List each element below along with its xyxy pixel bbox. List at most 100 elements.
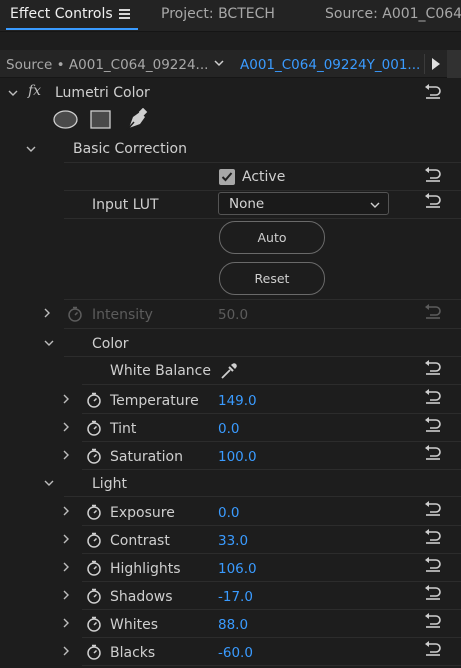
- chevron-right-icon[interactable]: [61, 590, 71, 600]
- input-lut-label: Input LUT: [92, 197, 159, 213]
- white-balance-label: White Balance: [110, 363, 211, 379]
- tab-effect-controls[interactable]: Effect Controls: [10, 6, 113, 22]
- light-section-header[interactable]: Light: [0, 470, 461, 497]
- stopwatch-icon[interactable]: [86, 616, 102, 632]
- reset-icon[interactable]: [424, 360, 442, 376]
- param-value[interactable]: 149.0: [218, 393, 257, 409]
- stopwatch-icon[interactable]: [86, 532, 102, 548]
- eyedropper-icon[interactable]: [219, 361, 239, 381]
- param-label: Blacks: [110, 645, 156, 661]
- chevron-right-icon[interactable]: [61, 450, 71, 460]
- chevron-right-icon[interactable]: [61, 646, 71, 656]
- divider: [64, 162, 461, 163]
- clip-selector-bar: Source • A001_C064_09224... A001_C064_09…: [0, 50, 461, 78]
- white-balance-row: White Balance: [0, 358, 461, 384]
- effect-name: Lumetri Color: [55, 85, 150, 101]
- basic-correction-header[interactable]: Basic Correction: [0, 136, 461, 162]
- stopwatch-icon[interactable]: [86, 588, 102, 604]
- effect-header-row: fx Lumetri Color: [0, 80, 461, 106]
- reset-icon[interactable]: [424, 501, 442, 517]
- divider: [64, 356, 461, 357]
- param-label: Tint: [110, 421, 137, 437]
- reset-icon[interactable]: [424, 417, 442, 433]
- chevron-right-icon[interactable]: [61, 394, 71, 404]
- stopwatch-icon[interactable]: [86, 448, 102, 464]
- divider: [64, 218, 461, 219]
- active-checkbox[interactable]: [219, 169, 235, 185]
- divider: [64, 328, 461, 329]
- reset-icon[interactable]: [424, 641, 442, 657]
- reset-icon[interactable]: [424, 84, 442, 100]
- chevron-right-icon[interactable]: [61, 562, 71, 572]
- rectangle-mask-icon[interactable]: [90, 110, 111, 129]
- chevron-down-icon[interactable]: [26, 144, 36, 154]
- param-value[interactable]: 33.0: [218, 533, 248, 549]
- input-lut-dropdown[interactable]: None: [218, 192, 389, 215]
- reset-icon[interactable]: [424, 167, 442, 183]
- pen-mask-icon[interactable]: [125, 108, 149, 131]
- chevron-right-icon[interactable]: [61, 534, 71, 544]
- sequence-clip-label[interactable]: A001_C064_09224Y_001...: [240, 57, 420, 73]
- tab-project[interactable]: Project: BCTECH: [161, 6, 275, 22]
- panel-tab-bar: Effect Controls Project: BCTECH Source: …: [0, 0, 461, 32]
- dropdown-value: None: [229, 196, 265, 212]
- panel-menu-icon[interactable]: [119, 9, 130, 19]
- param-value[interactable]: 106.0: [218, 561, 257, 577]
- chevron-right-icon[interactable]: [61, 618, 71, 628]
- chevron-right-icon[interactable]: [42, 308, 52, 318]
- stopwatch-icon[interactable]: [86, 644, 102, 660]
- param-value[interactable]: 88.0: [218, 617, 248, 633]
- param-label: Exposure: [110, 505, 175, 521]
- reset-icon[interactable]: [424, 557, 442, 573]
- source-clip-label[interactable]: Source • A001_C064_09224...: [6, 57, 208, 73]
- chevron-down-icon[interactable]: [8, 88, 18, 98]
- play-icon[interactable]: [432, 58, 440, 70]
- chevron-down-icon[interactable]: [212, 56, 226, 70]
- param-label: Contrast: [110, 533, 170, 549]
- input-lut-row: Input LUT None: [0, 191, 461, 218]
- param-value[interactable]: 100.0: [218, 449, 257, 465]
- divider: [424, 54, 425, 74]
- stopwatch-icon[interactable]: [86, 504, 102, 520]
- reset-icon[interactable]: [424, 613, 442, 629]
- mask-tools-row: [0, 106, 461, 134]
- chevron-down-icon[interactable]: [44, 478, 54, 488]
- reset-icon[interactable]: [424, 389, 442, 405]
- stopwatch-icon[interactable]: [86, 560, 102, 576]
- color-section-header[interactable]: Color: [0, 330, 461, 357]
- reset-icon[interactable]: [424, 193, 442, 209]
- param-value[interactable]: 50.0: [218, 307, 248, 323]
- stopwatch-icon[interactable]: [67, 306, 83, 322]
- param-row-blacks: Blacks -60.0: [0, 638, 461, 666]
- param-label: Highlights: [110, 561, 181, 577]
- reset-icon[interactable]: [424, 585, 442, 601]
- chevron-right-icon[interactable]: [61, 506, 71, 516]
- chevron-right-icon[interactable]: [61, 422, 71, 432]
- intensity-row: Intensity 50.0: [0, 301, 461, 328]
- ellipse-mask-icon[interactable]: [53, 110, 78, 129]
- param-row-whites: Whites 88.0: [0, 610, 461, 638]
- param-value[interactable]: 0.0: [218, 505, 239, 521]
- divider: [64, 299, 461, 300]
- param-value[interactable]: -17.0: [218, 589, 253, 605]
- param-row-highlights: Highlights 106.0: [0, 554, 461, 582]
- stopwatch-icon[interactable]: [86, 420, 102, 436]
- chevron-down-icon[interactable]: [44, 338, 54, 348]
- param-row-contrast: Contrast 33.0: [0, 526, 461, 554]
- reset-icon[interactable]: [424, 529, 442, 545]
- divider: [64, 496, 461, 497]
- divider: [82, 665, 461, 666]
- section-title: Color: [92, 336, 129, 352]
- auto-button[interactable]: Auto: [219, 221, 325, 254]
- param-label: Intensity: [92, 307, 153, 323]
- param-row-tint: Tint 0.0: [0, 414, 461, 442]
- param-value[interactable]: 0.0: [218, 421, 239, 437]
- fx-badge[interactable]: fx: [28, 83, 41, 99]
- reset-icon[interactable]: [424, 445, 442, 461]
- param-value[interactable]: -60.0: [218, 645, 253, 661]
- reset-button[interactable]: Reset: [219, 262, 325, 295]
- stopwatch-icon[interactable]: [86, 392, 102, 408]
- section-title: Light: [92, 476, 127, 492]
- tab-source[interactable]: Source: A001_C064_: [325, 6, 461, 22]
- reset-icon: [424, 304, 442, 320]
